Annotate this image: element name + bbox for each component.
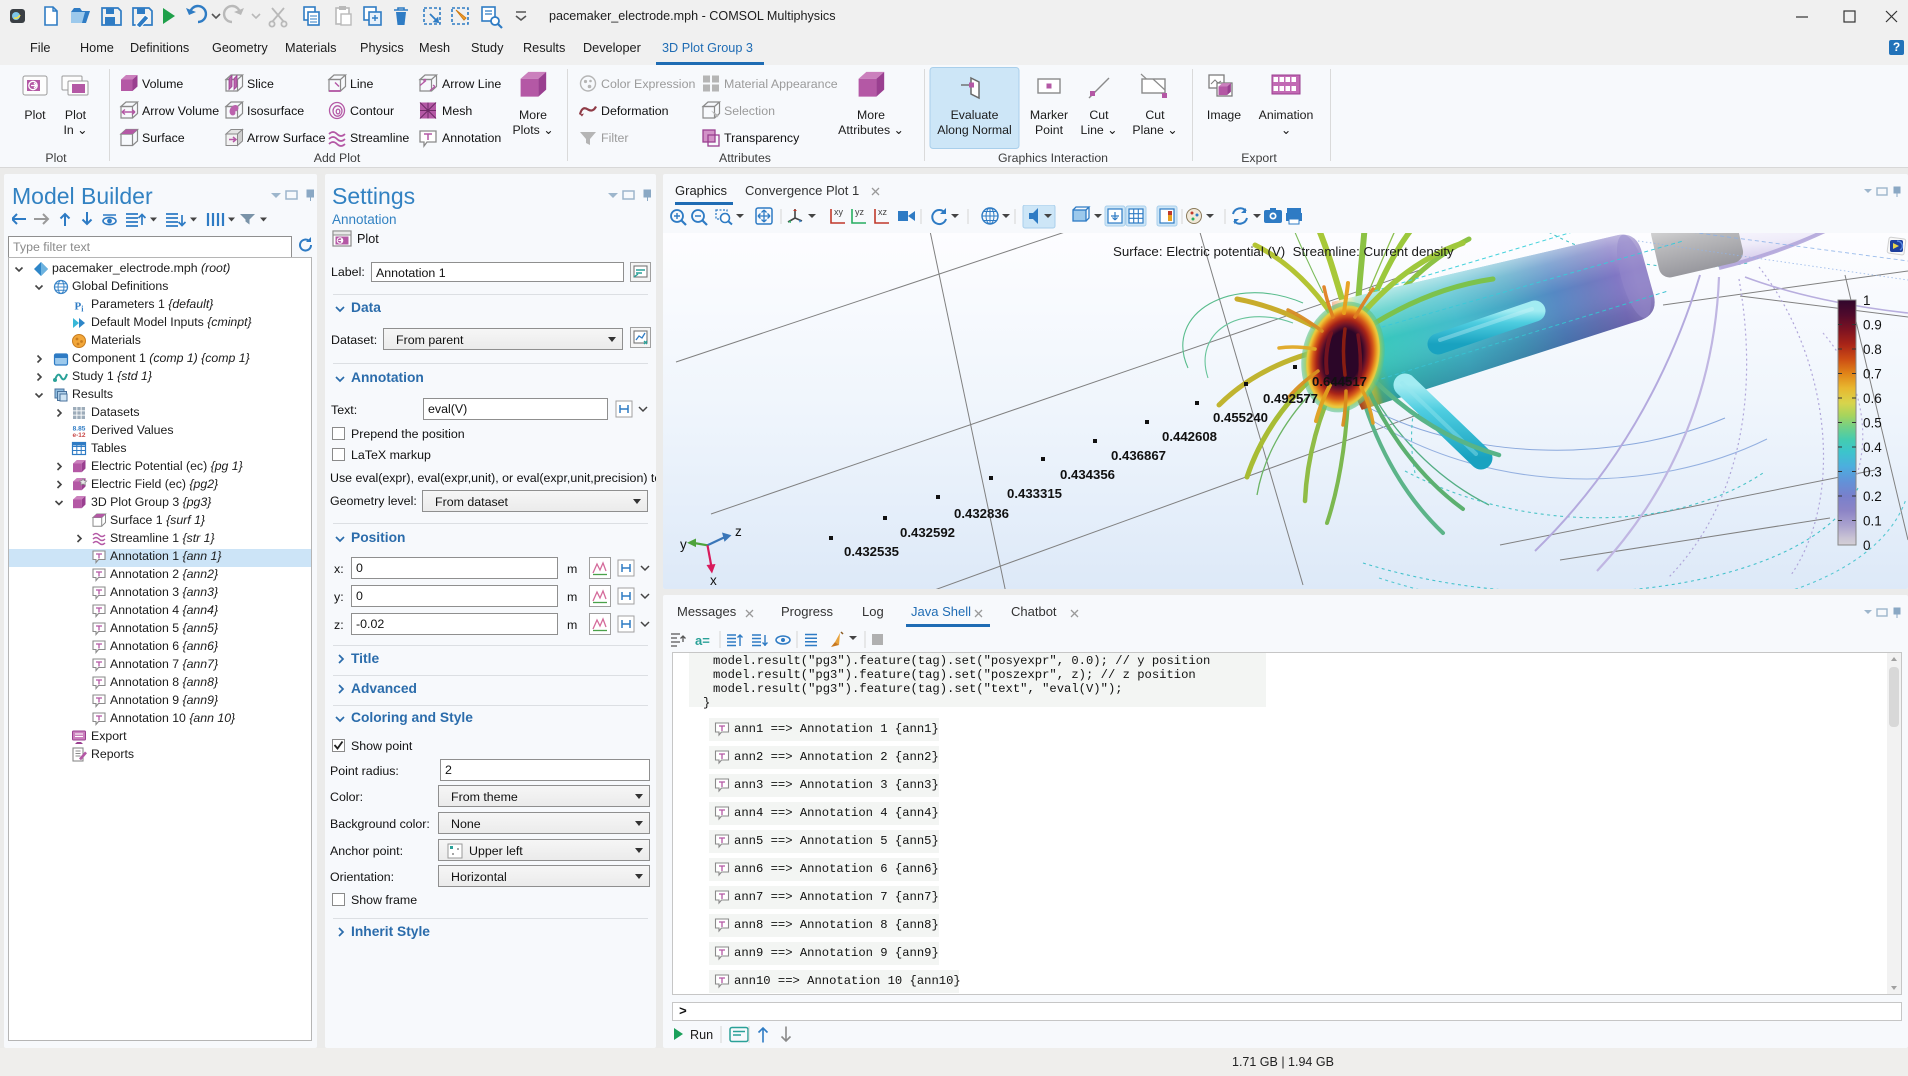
svg-text:x: x — [710, 573, 717, 588]
svg-text:xz: xz — [878, 207, 888, 217]
svg-text:0.644517: 0.644517 — [1312, 374, 1367, 389]
svg-text:0.432592: 0.432592 — [900, 525, 955, 540]
svg-text:e-12: e-12 — [72, 432, 85, 439]
svg-text:Run: Run — [690, 1028, 713, 1042]
svg-text:0.9: 0.9 — [1863, 318, 1882, 333]
svg-text:0: 0 — [1863, 538, 1871, 553]
svg-text:0.8: 0.8 — [1863, 342, 1882, 357]
svg-text:0.434356: 0.434356 — [1060, 467, 1115, 482]
svg-text:a=: a= — [695, 633, 710, 648]
svg-text:0.433315: 0.433315 — [1007, 486, 1062, 501]
svg-text:y: y — [680, 537, 687, 552]
svg-text:0.442608: 0.442608 — [1162, 429, 1217, 444]
svg-text:xy: xy — [834, 207, 844, 217]
svg-text:0.432535: 0.432535 — [844, 544, 899, 559]
svg-text:0.1: 0.1 — [1863, 514, 1882, 529]
svg-text:0.455240: 0.455240 — [1213, 410, 1268, 425]
svg-text:Pi: Pi — [75, 301, 85, 314]
svg-text:0.7: 0.7 — [1863, 367, 1882, 382]
svg-text:0.4: 0.4 — [1863, 440, 1882, 455]
svg-text:0.3: 0.3 — [1863, 465, 1882, 480]
svg-text:0.436867: 0.436867 — [1111, 448, 1166, 463]
svg-text:0.432836: 0.432836 — [954, 506, 1009, 521]
svg-text:0.492577: 0.492577 — [1263, 391, 1318, 406]
svg-text:z: z — [735, 524, 742, 539]
svg-text:1: 1 — [1863, 293, 1871, 308]
svg-text:0.5: 0.5 — [1863, 416, 1882, 431]
svg-text:Surface: Electric potential (V: Surface: Electric potential (V) Streamli… — [1113, 244, 1454, 259]
svg-text:0.6: 0.6 — [1863, 391, 1882, 406]
svg-text:0.2: 0.2 — [1863, 489, 1882, 504]
svg-text:yz: yz — [855, 207, 865, 217]
